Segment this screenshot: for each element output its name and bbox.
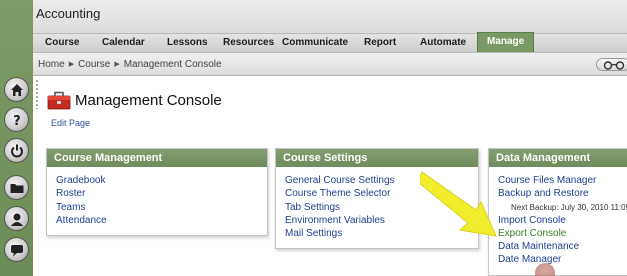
tab-report[interactable]: Report: [364, 37, 396, 48]
annotation-arrow-icon: [420, 171, 497, 237]
edit-page-link[interactable]: Edit Page: [51, 118, 90, 128]
export-console-link[interactable]: Export Console: [498, 227, 627, 240]
tab-resources[interactable]: Resources: [223, 37, 274, 48]
main-content: Management Console Edit Page Course Mana…: [33, 77, 627, 276]
breadcrumb-home[interactable]: Home: [38, 59, 65, 70]
panel-title: Course Settings: [276, 149, 478, 167]
tab-course[interactable]: Course: [45, 37, 79, 48]
breadcrumb-separator-icon: ▶: [68, 61, 75, 68]
panel-title: Data Management: [489, 149, 627, 167]
breadcrumb-course[interactable]: Course: [78, 59, 110, 70]
gradebook-link[interactable]: Gradebook: [56, 174, 267, 187]
breadcrumb-current: Management Console: [123, 59, 222, 70]
view-toggle-button[interactable]: [596, 58, 627, 71]
import-console-link[interactable]: Import Console: [498, 214, 627, 227]
backup-and-restore-link[interactable]: Backup and Restore: [498, 187, 627, 200]
breadcrumb-bar: Home ▶ Course ▶ Management Console: [33, 52, 627, 76]
date-manager-link[interactable]: Date Manager: [498, 253, 627, 266]
data-maintenance-link[interactable]: Data Maintenance: [498, 240, 627, 253]
breadcrumb-separator-icon: ▶: [114, 61, 120, 68]
course-files-manager-link[interactable]: Course Files Manager: [498, 174, 627, 187]
home-icon[interactable]: [4, 77, 29, 102]
tab-lessons[interactable]: Lessons: [167, 37, 208, 48]
glasses-icon: [603, 61, 625, 70]
page-title: Management Console: [75, 92, 222, 109]
chat-icon[interactable]: [4, 237, 29, 262]
drag-handle[interactable]: [35, 79, 39, 109]
left-rail: ?: [0, 0, 33, 276]
main-tabs: Course Calendar Lessons Resources Commun…: [33, 32, 627, 52]
cursor-blob: [535, 263, 555, 276]
data-management-panel: Data Management Course Files Manager Bac…: [488, 148, 627, 276]
toolbox-icon: [47, 91, 71, 110]
app-header: Accounting Course Calendar Lessons Resou…: [33, 0, 627, 52]
profile-icon[interactable]: [4, 206, 29, 231]
folder-icon[interactable]: [4, 175, 29, 200]
help-icon[interactable]: ?: [4, 107, 29, 132]
course-management-panel: Course Management Gradebook Roster Teams…: [46, 148, 268, 236]
power-icon[interactable]: [4, 138, 29, 163]
roster-link[interactable]: Roster: [56, 187, 267, 200]
breadcrumb: Home ▶ Course ▶ Management Console: [38, 59, 222, 70]
next-backup-note: Next Backup: July 30, 2010 11:05:: [511, 202, 627, 212]
attendance-link[interactable]: Attendance: [56, 214, 267, 227]
app-title: Accounting: [36, 6, 101, 21]
panel-title: Course Management: [47, 149, 267, 167]
tab-manage[interactable]: Manage: [477, 32, 535, 52]
svg-text:?: ?: [13, 114, 21, 128]
tab-calendar[interactable]: Calendar: [102, 37, 145, 48]
teams-link[interactable]: Teams: [56, 201, 267, 214]
tab-automate[interactable]: Automate: [420, 37, 466, 48]
tab-communicate[interactable]: Communicate: [282, 37, 348, 48]
